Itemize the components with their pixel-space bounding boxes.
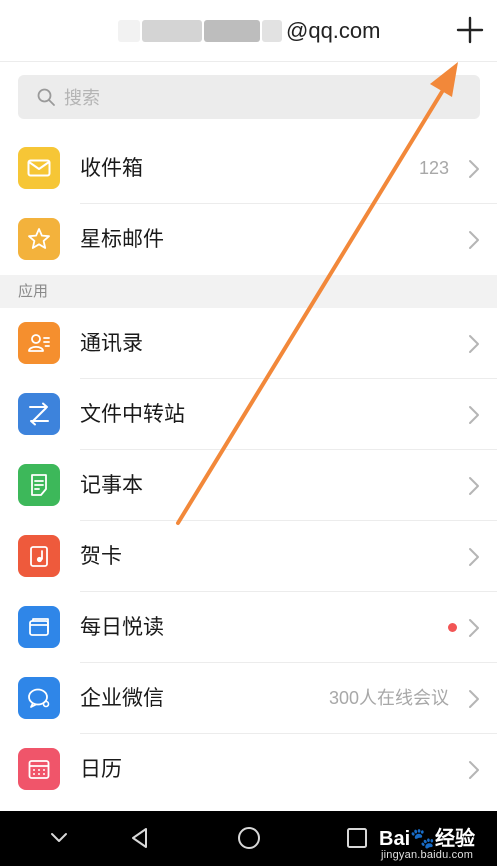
list-item-wework[interactable]: 企业微信 300人在线会议 (0, 663, 497, 734)
unread-count: 123 (418, 158, 449, 178)
list-item-calendar[interactable]: 日历 (0, 734, 497, 805)
chevron-right-icon (469, 231, 479, 249)
chevron-right-icon (469, 406, 479, 424)
list-item-subtitle: 300人在线会议 (328, 688, 449, 708)
list-item-label: 贺卡 (80, 545, 122, 568)
chevron-right-icon (469, 477, 479, 495)
list-item-inbox[interactable]: 收件箱 123 (0, 133, 497, 204)
list-item-label: 收件箱 (80, 157, 143, 180)
star-icon (18, 218, 60, 260)
transfer-icon (18, 393, 60, 435)
notepad-icon (18, 464, 60, 506)
watermark: Bai🐾经验 jingyan.baidu.com (375, 820, 497, 866)
recent-apps-icon[interactable] (342, 823, 372, 853)
back-icon[interactable] (126, 823, 156, 853)
list-item-label: 通讯录 (80, 332, 143, 355)
unread-dot (448, 623, 457, 632)
watermark-logo: Bai🐾经验 (379, 822, 475, 851)
inbox-icon (18, 147, 60, 189)
list-item-label: 星标邮件 (80, 228, 164, 251)
list-item-starred[interactable]: 星标邮件 (0, 204, 497, 275)
contacts-icon (18, 322, 60, 364)
calendar-icon (18, 748, 60, 790)
list-item-label: 文件中转站 (80, 403, 185, 426)
list-item-file-transfer[interactable]: 文件中转站 (0, 379, 497, 450)
wework-icon (18, 677, 60, 719)
chevron-down-icon[interactable] (44, 823, 74, 853)
list-item-contacts[interactable]: 通讯录 (0, 308, 497, 379)
chevron-right-icon (469, 619, 479, 637)
redacted-email-part (262, 20, 282, 42)
redacted-email-part (118, 20, 140, 42)
list-item-label: 日历 (80, 758, 122, 781)
watermark-logo-suffix: 经验 (435, 828, 476, 850)
greeting-card-icon (18, 535, 60, 577)
account-switcher[interactable]: @qq.com (118, 16, 380, 46)
search-icon (37, 88, 55, 106)
chevron-right-icon (469, 335, 479, 353)
paw-icon: 🐾 (410, 828, 436, 850)
list-item-daily-reading[interactable]: 每日悦读 (0, 592, 497, 663)
list-item-label: 企业微信 (80, 687, 164, 710)
section-label: 应用 (18, 283, 49, 300)
plus-icon[interactable] (452, 12, 488, 48)
list-item-notepad[interactable]: 记事本 (0, 450, 497, 521)
watermark-url: jingyan.baidu.com (381, 849, 474, 861)
list-item-label: 记事本 (80, 474, 143, 497)
chevron-right-icon (469, 761, 479, 779)
watermark-logo-text: Bai (379, 828, 411, 850)
redacted-email-part (142, 20, 202, 42)
search-placeholder: 搜索 (64, 88, 100, 108)
home-icon[interactable] (234, 823, 264, 853)
account-email-domain: @qq.com (286, 18, 381, 43)
chevron-right-icon (469, 690, 479, 708)
list-item-label: 每日悦读 (80, 616, 164, 639)
top-bar: @qq.com (0, 0, 497, 62)
chevron-right-icon (469, 548, 479, 566)
list-item-greeting-card[interactable]: 贺卡 (0, 521, 497, 592)
redacted-email-part (204, 20, 260, 42)
chevron-right-icon (469, 160, 479, 178)
search-bar[interactable]: 搜索 (18, 75, 480, 119)
section-header-apps: 应用 (0, 275, 497, 308)
reading-icon (18, 606, 60, 648)
